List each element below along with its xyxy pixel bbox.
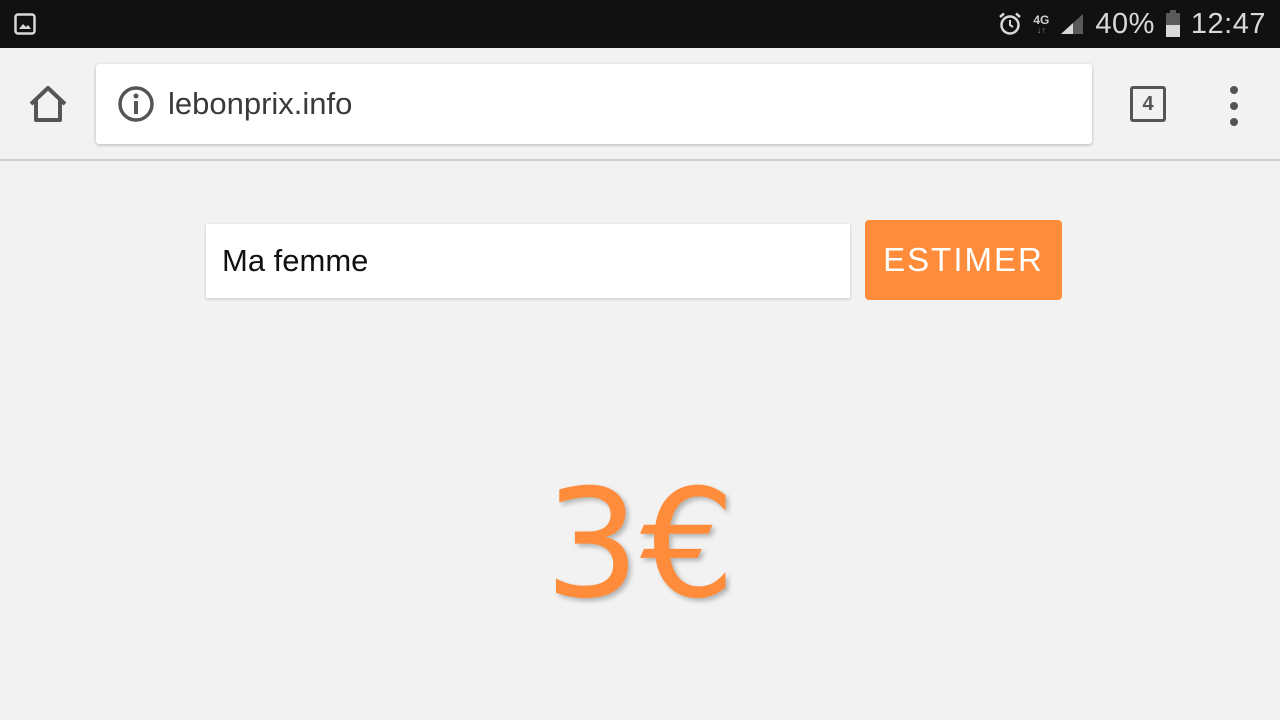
home-icon[interactable]	[26, 84, 70, 124]
estimate-input[interactable]	[206, 224, 850, 298]
signal-icon	[1061, 14, 1084, 34]
status-icons: 4G ↓↑ 40% 12:47	[997, 0, 1266, 48]
tabs-icon[interactable]: 4	[1130, 86, 1166, 122]
address-bar[interactable]: lebonprix.info	[96, 64, 1092, 144]
estimate-button[interactable]: ESTIMER	[865, 220, 1062, 300]
battery-icon	[1165, 10, 1180, 37]
info-icon[interactable]	[116, 84, 156, 124]
browser-toolbar: lebonprix.info 4	[0, 48, 1280, 161]
status-bar: 4G ↓↑ 40% 12:47	[0, 0, 1280, 48]
network-4g-icon: 4G ↓↑	[1033, 12, 1050, 35]
overflow-menu-icon[interactable]	[1222, 86, 1246, 126]
alarm-icon	[999, 12, 1022, 35]
result-price: 3€	[544, 458, 736, 632]
tab-count: 4	[1142, 92, 1154, 115]
battery-percent: 40%	[1095, 7, 1155, 40]
gallery-icon	[14, 13, 36, 35]
clock: 12:47	[1190, 7, 1266, 40]
url-text[interactable]: lebonprix.info	[168, 64, 352, 144]
